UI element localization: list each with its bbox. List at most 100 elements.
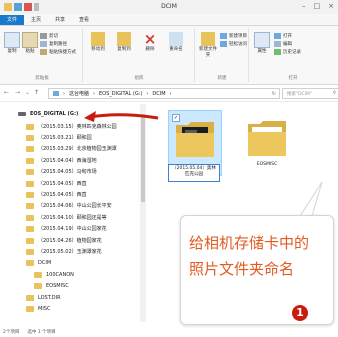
search-input[interactable]: 搜索"DCIM" ⚲ [282,88,338,99]
easy-access-button[interactable]: 轻松访问 [220,41,247,47]
tree-folder-item[interactable]: （2015.04.10）颐和园还是等 [26,214,107,221]
tree-folder-item[interactable]: （2015.04.06）中山公园长平安 [26,202,112,209]
copy-icon [4,32,20,48]
scrollbar-thumb[interactable] [141,114,145,202]
breadcrumb-separator: › [93,90,96,97]
callout-box: 给相机存储卡中的 照片文件夹命名 [180,215,334,325]
folder-icon [26,168,34,175]
folder-icon [26,180,34,187]
rename-icon [169,32,183,46]
refresh-icon[interactable]: ↻ [272,91,276,97]
callout-text: 给相机存储卡中的 照片文件夹命名 [189,230,329,282]
history-button[interactable]: 历史记录 [274,49,301,55]
tree-folder-100canon[interactable]: 100CANON [34,272,74,278]
address-bar-row: ← → ⌄ ↑ › 这台电脑 › EOS_DIGITAL (G:) › DCIM… [0,85,338,102]
breadcrumb-separator: › [63,90,65,97]
folder-icon [26,145,34,152]
minimize-button[interactable]: – [302,2,306,10]
back-button[interactable]: ← [4,89,9,96]
tab-share[interactable]: 共享 [48,15,72,25]
breadcrumb-separator: › [146,90,149,97]
folder-icon [34,283,42,289]
open-button[interactable]: 打开 [274,33,292,39]
folder-icon [26,191,34,198]
new-folder-button[interactable]: 新建文件夹 [198,32,218,59]
search-icon: ⚲ [332,91,336,96]
tree-folder-item[interactable]: （2015.04.19）中山公园家花 [26,225,107,232]
tree-drive-item[interactable]: EOS_DIGITAL (G:) [18,111,78,117]
open-icon [274,33,281,39]
tree-folder-item[interactable]: （2015.03.29）北京植物园玉渊潭 [26,145,117,152]
up-button[interactable]: ↑ [34,89,39,96]
paste-icon [22,32,38,48]
tree-folder-eosmisc[interactable]: EOSMISC [34,283,69,289]
title-bar: DCIM – □ × [0,0,338,15]
maximize-button[interactable]: □ [314,2,321,10]
folder-icon [248,121,286,156]
folder-icon [26,214,34,221]
folder-icon [26,157,34,164]
paste-button[interactable]: 粘贴 [22,32,38,55]
drive-icon [18,112,26,116]
item-count: 2个项目 [3,330,20,335]
tree-folder-item[interactable]: （2015.04.04）西海湿地 [26,157,97,164]
folder-icon [26,237,34,244]
tree-folder-item[interactable]: （2015.04.26）植物园家花 [26,237,102,244]
move-to-button[interactable]: 移动到 [86,32,110,53]
tree-folder-item[interactable]: （2015.04.05）西直 [26,191,87,198]
properties-button[interactable]: 属性 [252,32,272,55]
file-item[interactable]: EOSMISC [242,110,292,170]
rename-button[interactable]: 重命名 [164,32,188,53]
new-item-icon [220,33,227,39]
folder-icon [26,306,34,312]
paste-shortcut-button[interactable]: 粘贴快捷方式 [40,49,76,55]
tree-folder-item[interactable]: （2015.03.15）奥林匹克森林公园 [26,123,117,130]
folder-icon [34,272,42,278]
copy-to-icon [117,32,131,46]
copy-path-icon [40,41,47,47]
folder-icon [26,134,34,141]
copy-path-button[interactable]: 复制路径 [40,41,67,47]
nav-scrollbar[interactable] [140,104,146,322]
move-icon [91,32,105,46]
new-item-button[interactable]: 新建项目 [220,33,247,39]
delete-icon: × [143,30,157,48]
tree-folder-item[interactable]: （2015.05.02）玉渊潭家花 [26,248,102,255]
tab-file[interactable]: 文件 [0,15,25,25]
folder-icon [26,202,34,209]
edit-button[interactable]: 编辑 [274,41,292,47]
cut-button[interactable]: 剪切 [40,33,58,39]
copy-to-button[interactable]: 复制到 [112,32,136,53]
clipboard-group: 复制 粘贴 剪切 复制路径 粘贴快捷方式 剪贴板 [2,28,83,82]
folder-icon [26,225,34,232]
tree-folder-item[interactable]: （2015.04.05）西直 [26,180,87,187]
organize-group: 移动到 复制到 × 删除 重命名 组织 [84,28,195,82]
breadcrumb-separator: › [169,90,172,97]
forward-button[interactable]: → [15,89,20,96]
properties-icon [254,32,270,48]
edit-icon [274,41,281,47]
breadcrumb-drive[interactable]: EOS_DIGITAL (G:) [99,91,142,97]
tab-home[interactable]: 主页 [24,15,48,25]
delete-button[interactable]: × 删除 [138,32,162,53]
new-folder-icon [201,32,215,46]
tree-folder-dcim[interactable]: DCIM [26,260,51,266]
tree-folder-item[interactable]: （2015.03.21）颐和园 [26,134,92,141]
tree-folder-misc[interactable]: MISC [26,306,50,312]
close-button[interactable]: × [328,2,334,10]
computer-icon [53,91,59,96]
breadcrumb-this-pc[interactable]: 这台电脑 [69,90,89,97]
tab-view[interactable]: 查看 [72,15,96,25]
address-bar[interactable]: › 这台电脑 › EOS_DIGITAL (G:) › DCIM › ↻ [48,88,280,99]
copy-button[interactable]: 复制 [4,32,20,55]
folder-icon [26,248,34,255]
breadcrumb-dcim[interactable]: DCIM [152,91,165,97]
tree-folder-lost-dir[interactable]: LOST.DIR [26,295,61,301]
recent-dropdown[interactable]: ⌄ [25,89,30,96]
ribbon-tabs: 文件 主页 共享 查看 [0,14,338,26]
folder-icon [26,123,34,130]
rename-field[interactable]: （2015.05.04）奥林匹克公园 [168,164,220,182]
status-bar: 2个项目 选中 1 个项目 [0,327,338,337]
step-badge: 1 [292,305,308,321]
tree-folder-item[interactable]: （2015.04.05）马甸市场 [26,168,97,175]
